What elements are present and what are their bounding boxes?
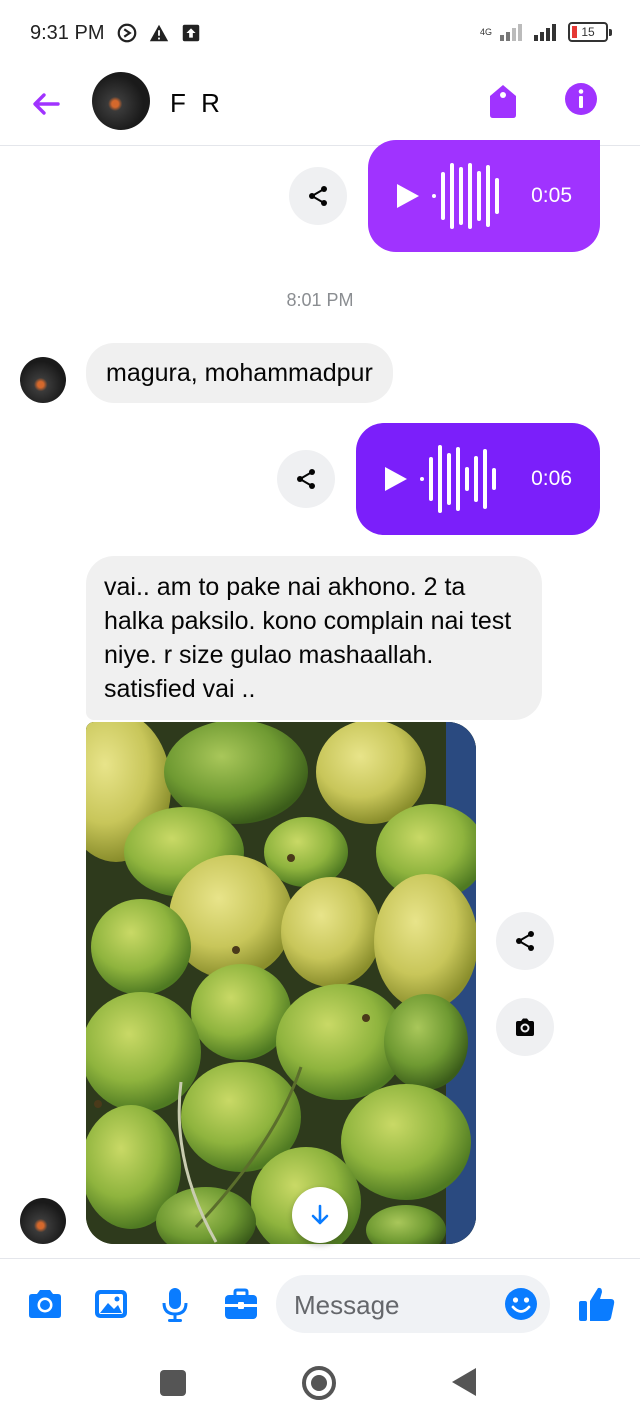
incoming-message[interactable]: magura, mohammadpur <box>86 343 393 403</box>
sender-avatar[interactable] <box>20 357 66 403</box>
status-system-icons: 4G 15 <box>480 22 612 42</box>
chat-header: F R <box>0 66 640 146</box>
share-icon <box>309 186 327 206</box>
gallery-icon[interactable] <box>92 1285 130 1323</box>
emoji-icon[interactable] <box>504 1287 538 1321</box>
system-navigation-bar <box>0 1350 640 1422</box>
signal-icon-2 <box>534 24 556 41</box>
mango-photo-image <box>86 722 476 1244</box>
signal-icon-1 <box>500 24 522 41</box>
camera-icon <box>516 1018 534 1036</box>
sender-avatar[interactable] <box>20 1198 66 1244</box>
play-icon[interactable] <box>380 464 410 494</box>
thumbs-up-icon[interactable] <box>576 1283 618 1325</box>
mango-photo[interactable] <box>86 722 476 1244</box>
status-bar: 9:31 PM 4G 15 <box>0 0 640 66</box>
home-button[interactable] <box>302 1366 336 1400</box>
message-input[interactable]: Message <box>276 1275 550 1333</box>
data-saver-icon <box>117 23 137 43</box>
share-button[interactable] <box>289 167 347 225</box>
share-button[interactable] <box>277 450 335 508</box>
incoming-message[interactable]: vai.. am to pake nai akhono. 2 ta halka … <box>86 556 542 720</box>
voice-duration: 0:05 <box>531 184 572 207</box>
share-button[interactable] <box>496 912 554 970</box>
scroll-to-bottom-button[interactable] <box>292 1187 348 1243</box>
contact-avatar[interactable] <box>92 72 150 130</box>
arrow-down-icon <box>311 1204 329 1225</box>
message-composer: Message <box>0 1258 640 1350</box>
tag-icon[interactable] <box>486 82 520 120</box>
back-arrow-icon[interactable] <box>26 84 66 124</box>
voice-message-outgoing[interactable]: 0:06 <box>356 423 600 535</box>
info-icon[interactable] <box>564 82 598 116</box>
network-type: 4G <box>480 26 493 37</box>
audio-waveform <box>420 444 496 514</box>
play-icon[interactable] <box>392 181 422 211</box>
upload-icon <box>182 24 200 42</box>
status-time: 9:31 PM <box>30 22 105 44</box>
warning-icon <box>149 24 169 42</box>
message-placeholder: Message <box>294 1290 400 1320</box>
system-back-button[interactable] <box>452 1368 476 1396</box>
camera-icon[interactable] <box>26 1285 64 1323</box>
share-icon <box>516 931 534 951</box>
status-notification-icons <box>116 22 202 44</box>
voice-duration: 0:06 <box>531 467 572 490</box>
contact-name[interactable]: F R <box>170 88 224 119</box>
briefcase-icon[interactable] <box>222 1285 260 1323</box>
audio-waveform <box>432 161 499 231</box>
camera-effects-button[interactable] <box>496 998 554 1056</box>
message-timestamp: 8:01 PM <box>286 290 354 310</box>
share-icon <box>297 469 315 489</box>
voice-message-outgoing[interactable]: 0:05 <box>368 140 600 252</box>
recents-button[interactable] <box>160 1370 186 1396</box>
microphone-icon[interactable] <box>156 1285 194 1323</box>
battery-icon: 15 <box>568 22 612 42</box>
